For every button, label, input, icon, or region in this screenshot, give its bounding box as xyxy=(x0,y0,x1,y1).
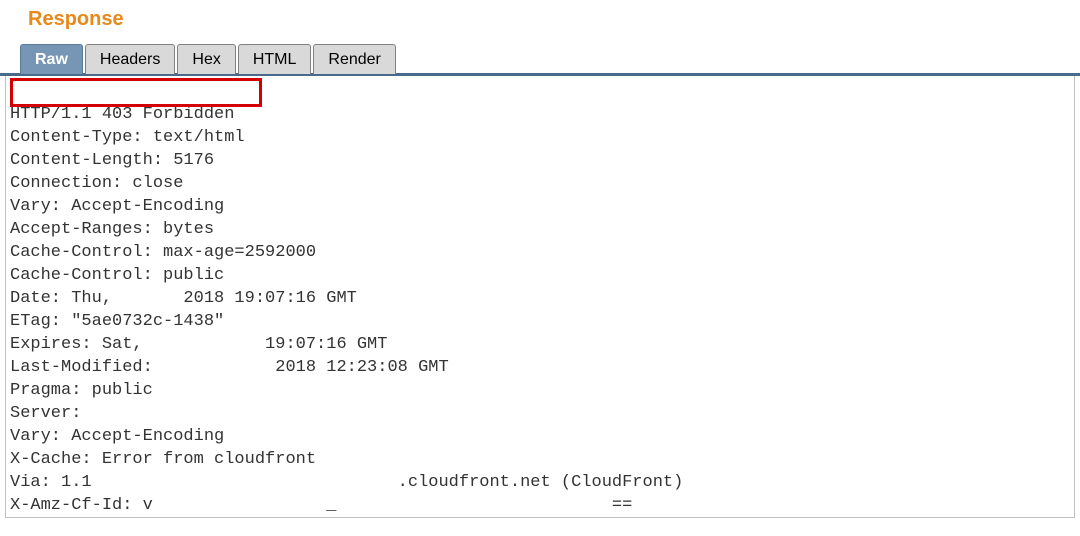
response-section-title: Response xyxy=(0,0,1080,41)
header-line: Cache-Control: public xyxy=(10,264,1074,287)
header-line: X-Cache: Error from cloudfront xyxy=(10,448,1074,471)
header-line: Vary: Accept-Encoding xyxy=(10,425,1074,448)
header-line: Last-Modified: 2018 12:23:08 GMT xyxy=(10,356,1074,379)
header-line: X-Amz-Cf-Id: v _ == xyxy=(10,494,1074,517)
status-line: HTTP/1.1 403 Forbidden xyxy=(10,103,1074,126)
response-body[interactable]: HTTP/1.1 403 ForbiddenContent-Type: text… xyxy=(6,76,1074,517)
header-line: Accept-Ranges: bytes xyxy=(10,218,1074,241)
header-line: Vary: Accept-Encoding xyxy=(10,195,1074,218)
header-line: Content-Length: 5176 xyxy=(10,149,1074,172)
header-line: Content-Type: text/html xyxy=(10,126,1074,149)
response-content: HTTP/1.1 403 ForbiddenContent-Type: text… xyxy=(5,76,1075,518)
header-line: Cache-Control: max-age=2592000 xyxy=(10,241,1074,264)
tab-raw[interactable]: Raw xyxy=(20,44,83,74)
response-tabs: Raw Headers Hex HTML Render xyxy=(0,43,1080,76)
header-line: ETag: "5ae0732c-1438" xyxy=(10,310,1074,333)
header-line: Connection: close xyxy=(10,172,1074,195)
tab-hex[interactable]: Hex xyxy=(177,44,235,74)
tab-render[interactable]: Render xyxy=(313,44,395,74)
tab-headers[interactable]: Headers xyxy=(85,44,175,74)
header-line: Server: xyxy=(10,402,1074,425)
tab-html[interactable]: HTML xyxy=(238,44,312,74)
header-line: Pragma: public xyxy=(10,379,1074,402)
header-line: Expires: Sat, 19:07:16 GMT xyxy=(10,333,1074,356)
header-line: Date: Thu, 2018 19:07:16 GMT xyxy=(10,287,1074,310)
header-line: Via: 1.1 .cloudfront.net (CloudFront) xyxy=(10,471,1074,494)
